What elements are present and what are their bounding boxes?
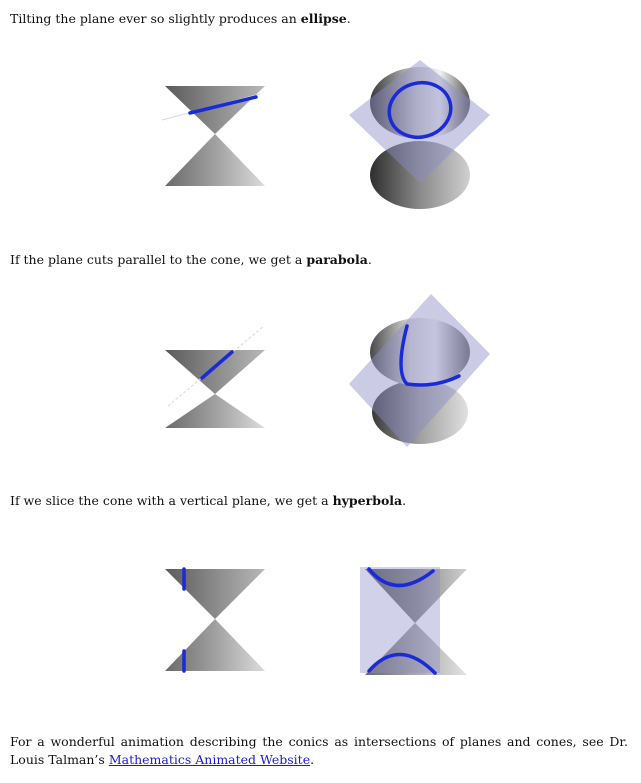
ellipse-caption: Tilting the plane ever so slightly produ… [10, 11, 351, 26]
parabola-caption: If the plane cuts parallel to the cone, … [10, 252, 372, 267]
ellipse-side-view-figure [160, 80, 270, 192]
hyperbola-side-view-figure [160, 565, 270, 677]
parabola-term: parabola [306, 252, 368, 267]
hyperbola-term: hyperbola [332, 493, 403, 508]
mathematics-animated-website-link[interactable]: Mathematics Animated Website [109, 752, 310, 767]
ellipse-term: ellipse [300, 11, 347, 26]
footer-paragraph: For a wonderful animation describing the… [10, 734, 628, 767]
parabola-3d-view-figure [345, 292, 495, 452]
hyperbola-caption: If we slice the cone with a vertical pla… [10, 493, 407, 508]
ellipse-3d-view-figure [345, 55, 495, 215]
hyperbola-3d-view-figure [355, 565, 475, 680]
parabola-side-view-figure [160, 322, 270, 434]
